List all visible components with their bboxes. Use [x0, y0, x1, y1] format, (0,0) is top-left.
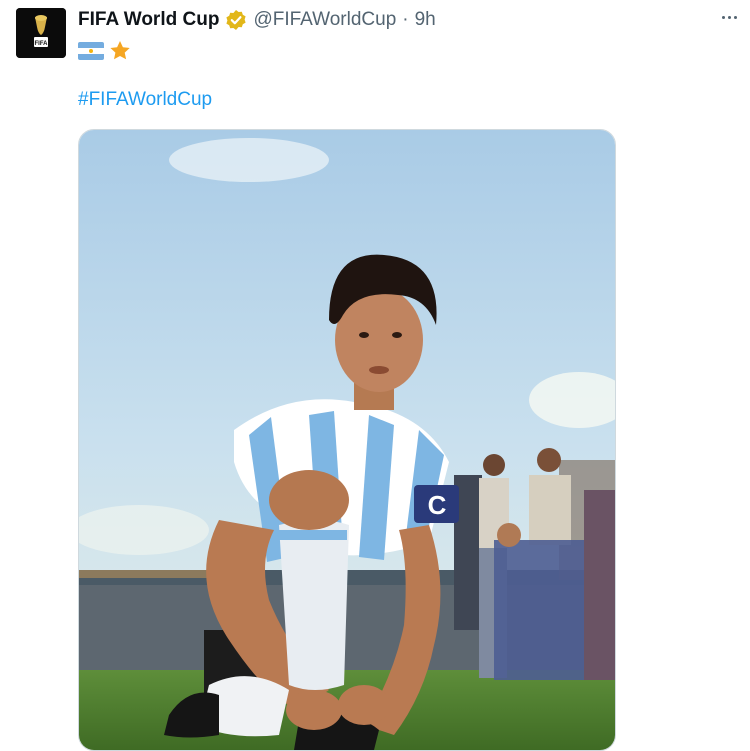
- star-icon: [110, 41, 130, 60]
- timestamp[interactable]: 9h: [415, 9, 436, 31]
- tweet-media-photo[interactable]: C: [78, 129, 616, 751]
- tweet-header: FIFA World Cup @FIFAWorldCup · 9h: [78, 7, 436, 33]
- photo-image: C: [79, 130, 615, 750]
- avatar[interactable]: FIFA: [16, 8, 66, 58]
- tweet-text-emojis: [78, 38, 132, 64]
- hashtag-link[interactable]: #FIFAWorldCup: [78, 89, 212, 111]
- avatar-logo-text: FIFA: [35, 41, 49, 47]
- author-name[interactable]: FIFA World Cup: [78, 9, 219, 31]
- fifa-logo-icon: FIFA: [16, 8, 66, 58]
- verified-badge-icon[interactable]: [225, 9, 247, 31]
- separator-dot: ·: [402, 9, 409, 30]
- captain-armband-letter: C: [428, 490, 447, 520]
- argentina-flag-icon: [78, 42, 104, 60]
- author-handle[interactable]: @FIFAWorldCup: [253, 9, 396, 31]
- more-options-icon[interactable]: [716, 6, 742, 28]
